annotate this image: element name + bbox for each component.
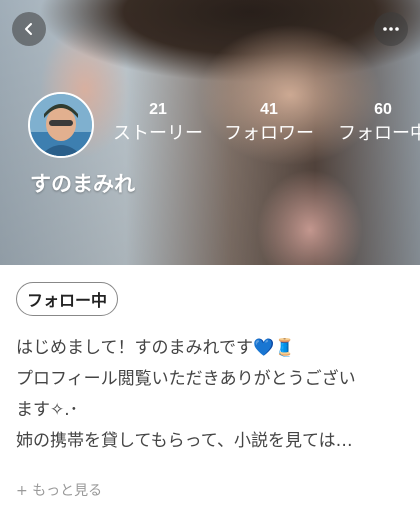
show-more-link[interactable]: + もっと見る: [16, 480, 102, 500]
stat-followers[interactable]: 41 フォロワー: [220, 100, 318, 146]
more-horizontal-icon: [383, 27, 399, 31]
bio-line-1: はじめまして！すのまみれです💙🧵: [16, 333, 408, 364]
stat-following[interactable]: 60 フォロー中: [333, 100, 420, 146]
following-count: 60: [374, 101, 392, 118]
back-button[interactable]: [12, 12, 46, 46]
more-options-button[interactable]: [374, 12, 408, 46]
following-label: フォロー中: [338, 123, 420, 143]
profile-username: すのまみれ: [30, 173, 135, 196]
stories-count: 21: [149, 101, 167, 118]
followers-label: フォロワー: [224, 123, 314, 143]
avatar[interactable]: [28, 92, 94, 158]
bio-line-2: プロフィール閲覧いただきありがとうござい: [16, 369, 356, 389]
bio-line-4: 姉の携帯を貸してもらって、小説を見ては…: [16, 431, 353, 451]
followers-count: 41: [260, 101, 278, 118]
stat-stories[interactable]: 21 ストーリー: [108, 100, 208, 146]
profile-stats: 21 ストーリー 41 フォロワー 60 フォロー中: [108, 100, 420, 150]
profile-info-panel: フォロー中 はじめまして！すのまみれです💙🧵 プロフィール閲覧いただきありがとう…: [0, 265, 420, 512]
bio-line-3: ます✧.･: [16, 400, 79, 420]
profile-bio: はじめまして！すのまみれです💙🧵 プロフィール閲覧いただきありがとうござい ます…: [16, 333, 408, 457]
heart-spool-emoji: 💙🧵: [252, 338, 296, 358]
stories-label: ストーリー: [113, 123, 203, 143]
following-button[interactable]: フォロー中: [16, 282, 119, 316]
chevron-left-icon: [22, 22, 36, 36]
bio-line-1-text: はじめまして！すのまみれです: [16, 338, 253, 358]
